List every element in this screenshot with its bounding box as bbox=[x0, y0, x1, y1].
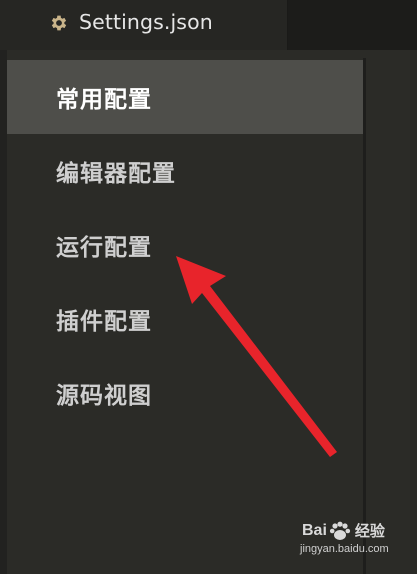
sidebar-item-label: 常用配置 bbox=[56, 87, 152, 113]
tab-settings-json[interactable]: Settings.json bbox=[0, 0, 288, 50]
left-edge bbox=[0, 50, 7, 574]
settings-window: Settings.json 常用配置 编辑器配置 运行配置 插件配置 源码视图 … bbox=[0, 0, 417, 574]
tab-strip: Settings.json bbox=[0, 0, 417, 50]
settings-sidebar: 常用配置 编辑器配置 运行配置 插件配置 源码视图 bbox=[7, 60, 363, 574]
tab-title: Settings.json bbox=[79, 10, 213, 34]
sidebar-item-label: 插件配置 bbox=[56, 309, 152, 335]
sidebar-item-editor[interactable]: 编辑器配置 bbox=[7, 134, 363, 208]
sidebar-item-general[interactable]: 常用配置 bbox=[7, 60, 363, 134]
sidebar-item-label: 源码视图 bbox=[56, 383, 152, 409]
sidebar-item-label: 编辑器配置 bbox=[56, 161, 176, 187]
panel-divider[interactable] bbox=[363, 58, 366, 574]
sidebar-item-source-view[interactable]: 源码视图 bbox=[7, 356, 363, 430]
sidebar-item-run[interactable]: 运行配置 bbox=[7, 208, 363, 282]
sidebar-item-label: 运行配置 bbox=[56, 235, 152, 261]
sidebar-item-plugins[interactable]: 插件配置 bbox=[7, 282, 363, 356]
gear-icon bbox=[48, 12, 70, 34]
